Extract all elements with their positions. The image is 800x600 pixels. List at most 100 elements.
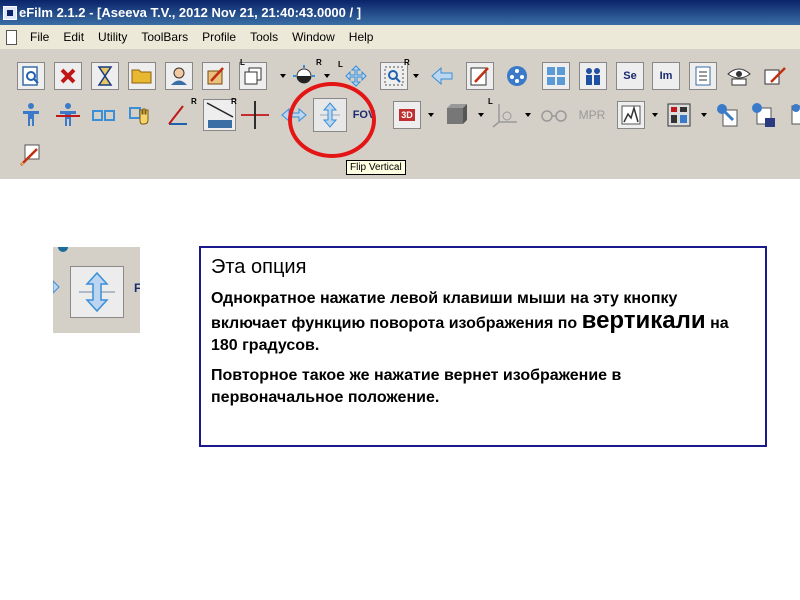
report-button[interactable] (689, 62, 717, 90)
menu-utility[interactable]: Utility (91, 30, 134, 44)
key-edit-button[interactable] (786, 101, 800, 129)
annotate-pencil-icon (470, 67, 489, 86)
people-icon (586, 68, 600, 85)
flip-vertical-zoom-preview: F (53, 247, 140, 333)
info-p1-emphasis: вертикали (581, 307, 706, 334)
zoom-dropdown-icon[interactable] (413, 74, 419, 78)
angle-icon (168, 105, 187, 125)
flip-vertical-highlight-circle (288, 82, 376, 158)
export-pencil-icon (20, 144, 40, 166)
view-button[interactable] (725, 62, 753, 90)
panel-icon (667, 103, 691, 127)
info-paragraph-2: Повторное такое же нажатие вернет изобра… (211, 367, 622, 406)
window-title: eFilm 2.1.2 - [Aseeva T.V., 2012 Nov 21,… (19, 5, 362, 20)
mpr-button[interactable]: MPR (576, 101, 608, 129)
signature-icon (764, 67, 786, 85)
flip-vertical-icon (79, 271, 115, 313)
menu-help[interactable]: Help (342, 30, 381, 44)
film-reel-icon (507, 66, 527, 86)
angle-button[interactable] (164, 101, 192, 129)
corner-r-label: R (231, 97, 237, 106)
body-axial-button[interactable] (54, 101, 82, 129)
info-title: Эта опция (211, 256, 307, 278)
eye-icon (727, 68, 751, 86)
3d-button[interactable]: 3D (393, 101, 421, 129)
volume-button[interactable] (442, 101, 470, 129)
key-save-icon (752, 103, 775, 127)
title-bar: eFilm 2.1.2 - [Aseeva T.V., 2012 Nov 21,… (0, 0, 800, 25)
hourglass-button[interactable] (91, 62, 119, 90)
export-image-button[interactable] (17, 141, 45, 169)
glasses-icon (541, 110, 567, 122)
link-icon (92, 110, 115, 121)
menu-profile[interactable]: Profile (195, 30, 243, 44)
previous-button[interactable] (428, 62, 456, 90)
menu-edit[interactable]: Edit (56, 30, 91, 44)
hand-icon (129, 107, 149, 125)
link-button[interactable] (90, 101, 118, 129)
menu-window[interactable]: Window (285, 30, 342, 44)
key-button[interactable] (714, 101, 742, 129)
window-level-dropdown-icon[interactable] (324, 74, 330, 78)
sign-button[interactable] (762, 62, 790, 90)
series-label: Se (623, 70, 637, 82)
toolbar-row-1: L R L R Se Im (0, 58, 800, 94)
report-icon (695, 66, 711, 86)
patient-button[interactable] (165, 62, 193, 90)
key-edit-icon (791, 104, 800, 125)
compare-button[interactable] (579, 62, 607, 90)
layout-dropdown-icon[interactable] (280, 74, 286, 78)
tooltip: Flip Vertical (346, 160, 406, 175)
menu-toolbars[interactable]: ToolBars (134, 30, 195, 44)
axes-icon (492, 104, 517, 128)
panel-dropdown-icon[interactable] (701, 113, 707, 117)
histogram-icon (621, 105, 641, 125)
panel-button[interactable] (665, 101, 693, 129)
body-button[interactable] (17, 101, 45, 129)
key-icon (717, 104, 738, 127)
3d-label: 3D (399, 109, 415, 121)
pencil-icon (207, 67, 224, 85)
corner-l-label: L (240, 58, 245, 67)
histogram-button[interactable] (617, 101, 645, 129)
crosshair-icon (241, 101, 269, 129)
tile-button[interactable] (542, 62, 570, 90)
zoom-icon (384, 66, 404, 86)
edit-study-button[interactable] (202, 62, 230, 90)
image-label: Im (659, 70, 673, 82)
close-icon (60, 68, 76, 84)
menu-tools[interactable]: Tools (243, 30, 285, 44)
histogram-dropdown-icon[interactable] (652, 113, 658, 117)
flip-vertical-enlarged-button (70, 266, 124, 318)
body-figure-icon (23, 103, 39, 126)
glasses-button[interactable] (538, 101, 570, 129)
info-paragraph-1: Однократное нажатие левой клавиши мыши н… (211, 288, 755, 357)
search-document-icon (22, 66, 39, 86)
annotate-button[interactable] (466, 62, 494, 90)
crosshair-button[interactable] (241, 101, 269, 129)
menu-file[interactable]: File (23, 30, 56, 44)
grid-icon (547, 67, 565, 85)
corner-r-label: R (316, 58, 322, 67)
volume-dropdown-icon[interactable] (478, 113, 484, 117)
close-study-button[interactable] (54, 62, 82, 90)
menu-bar: File Edit Utility ToolBars Profile Tools… (0, 25, 800, 49)
axes-button[interactable] (491, 101, 519, 129)
search-study-button[interactable] (17, 62, 45, 90)
3d-dropdown-icon[interactable] (428, 113, 434, 117)
cine-button[interactable] (503, 62, 531, 90)
patient-icon (171, 67, 187, 85)
series-button[interactable]: Se (616, 62, 644, 90)
export-key-button[interactable] (750, 101, 778, 129)
stacked-windows-icon (244, 67, 262, 85)
arrow-left-icon (431, 66, 453, 86)
cube-icon (447, 104, 467, 124)
axes-dropdown-icon[interactable] (525, 113, 531, 117)
hand-button[interactable] (126, 101, 154, 129)
toolbar-row-2: R R FOV 3D L MPR (0, 97, 800, 133)
info-box: Эта опция Однократное нажатие левой клав… (199, 246, 767, 447)
open-folder-button[interactable] (128, 62, 156, 90)
document-icon[interactable] (6, 29, 17, 45)
image-button[interactable]: Im (652, 62, 680, 90)
body-slice-icon (56, 103, 80, 126)
